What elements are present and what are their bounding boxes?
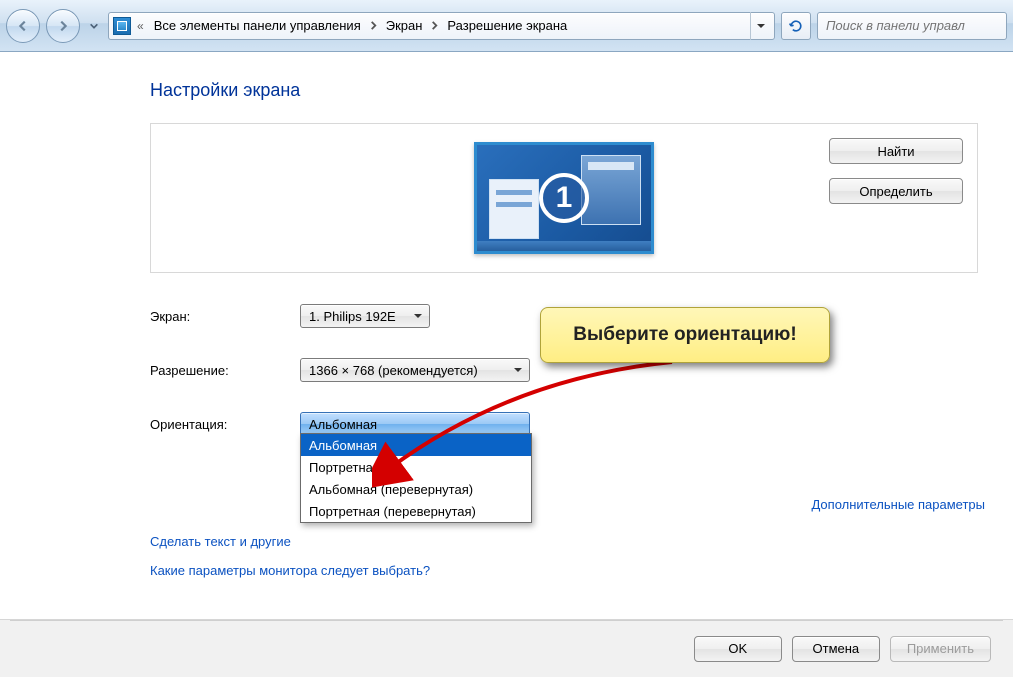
text-size-link[interactable]: Сделать текст и другие (150, 534, 985, 549)
page-body: Настройки экрана 1 Найти Определить Экра… (0, 52, 1013, 619)
breadcrumb-root[interactable]: Все элементы панели управления (150, 18, 365, 33)
chevron-down-icon (413, 309, 423, 324)
which-settings-link[interactable]: Какие параметры монитора следует выбрать… (150, 563, 985, 578)
breadcrumb-overflow-icon: « (135, 19, 146, 33)
breadcrumb-dropdown[interactable] (750, 12, 770, 40)
resolution-label: Разрешение: (150, 363, 300, 378)
monitor-thumbnail[interactable]: 1 (474, 142, 654, 254)
annotation-callout: Выберите ориентацию! (540, 307, 830, 363)
monitor-number-badge: 1 (539, 173, 589, 223)
orientation-option[interactable]: Альбомная (301, 434, 531, 456)
display-preview-panel: 1 Найти Определить (150, 123, 978, 273)
monitor-doc-icon (489, 179, 539, 239)
resolution-select-value: 1366 × 768 (рекомендуется) (309, 363, 478, 378)
nav-forward-button[interactable] (46, 9, 80, 43)
breadcrumb-level1[interactable]: Экран (382, 18, 427, 33)
chevron-right-icon (369, 18, 378, 33)
search-box[interactable] (817, 12, 1007, 40)
chevron-down-icon (513, 363, 523, 378)
resolution-select[interactable]: 1366 × 768 (рекомендуется) (300, 358, 530, 382)
display-select[interactable]: 1. Philips 192E (300, 304, 430, 328)
arrow-right-icon (56, 19, 70, 33)
nav-back-button[interactable] (6, 9, 40, 43)
find-button[interactable]: Найти (829, 138, 963, 164)
nav-history-dropdown[interactable] (86, 15, 102, 37)
dialog-footer: OK Отмена Применить (0, 619, 1013, 677)
arrow-left-icon (16, 19, 30, 33)
refresh-button[interactable] (781, 12, 811, 40)
apply-button[interactable]: Применить (890, 636, 991, 662)
breadcrumb-level2[interactable]: Разрешение экрана (443, 18, 571, 33)
advanced-settings-link[interactable]: Дополнительные параметры (811, 497, 985, 512)
orientation-select-value: Альбомная (309, 417, 377, 432)
control-panel-icon (113, 17, 131, 35)
page-title: Настройки экрана (150, 80, 985, 101)
triangle-down-icon (756, 21, 766, 31)
chevron-right-icon (430, 18, 439, 33)
cancel-button[interactable]: Отмена (792, 636, 880, 662)
search-input[interactable] (824, 17, 1000, 34)
display-select-value: 1. Philips 192E (309, 309, 396, 324)
orientation-label: Ориентация: (150, 417, 300, 432)
monitor-taskbar-icon (477, 241, 651, 251)
monitor-window-icon (581, 155, 641, 225)
display-label: Экран: (150, 309, 300, 324)
ok-button[interactable]: OK (694, 636, 782, 662)
orientation-option[interactable]: Портретная (301, 456, 531, 478)
chevron-down-icon (89, 21, 99, 31)
detect-button[interactable]: Определить (829, 178, 963, 204)
breadcrumb-bar[interactable]: « Все элементы панели управления Экран Р… (108, 12, 775, 40)
refresh-icon (788, 18, 804, 34)
orientation-option[interactable]: Портретная (перевернутая) (301, 500, 531, 522)
orientation-dropdown-list: Альбомная Портретная Альбомная (переверн… (300, 433, 532, 523)
orientation-option[interactable]: Альбомная (перевернутая) (301, 478, 531, 500)
address-bar: « Все элементы панели управления Экран Р… (0, 0, 1013, 52)
